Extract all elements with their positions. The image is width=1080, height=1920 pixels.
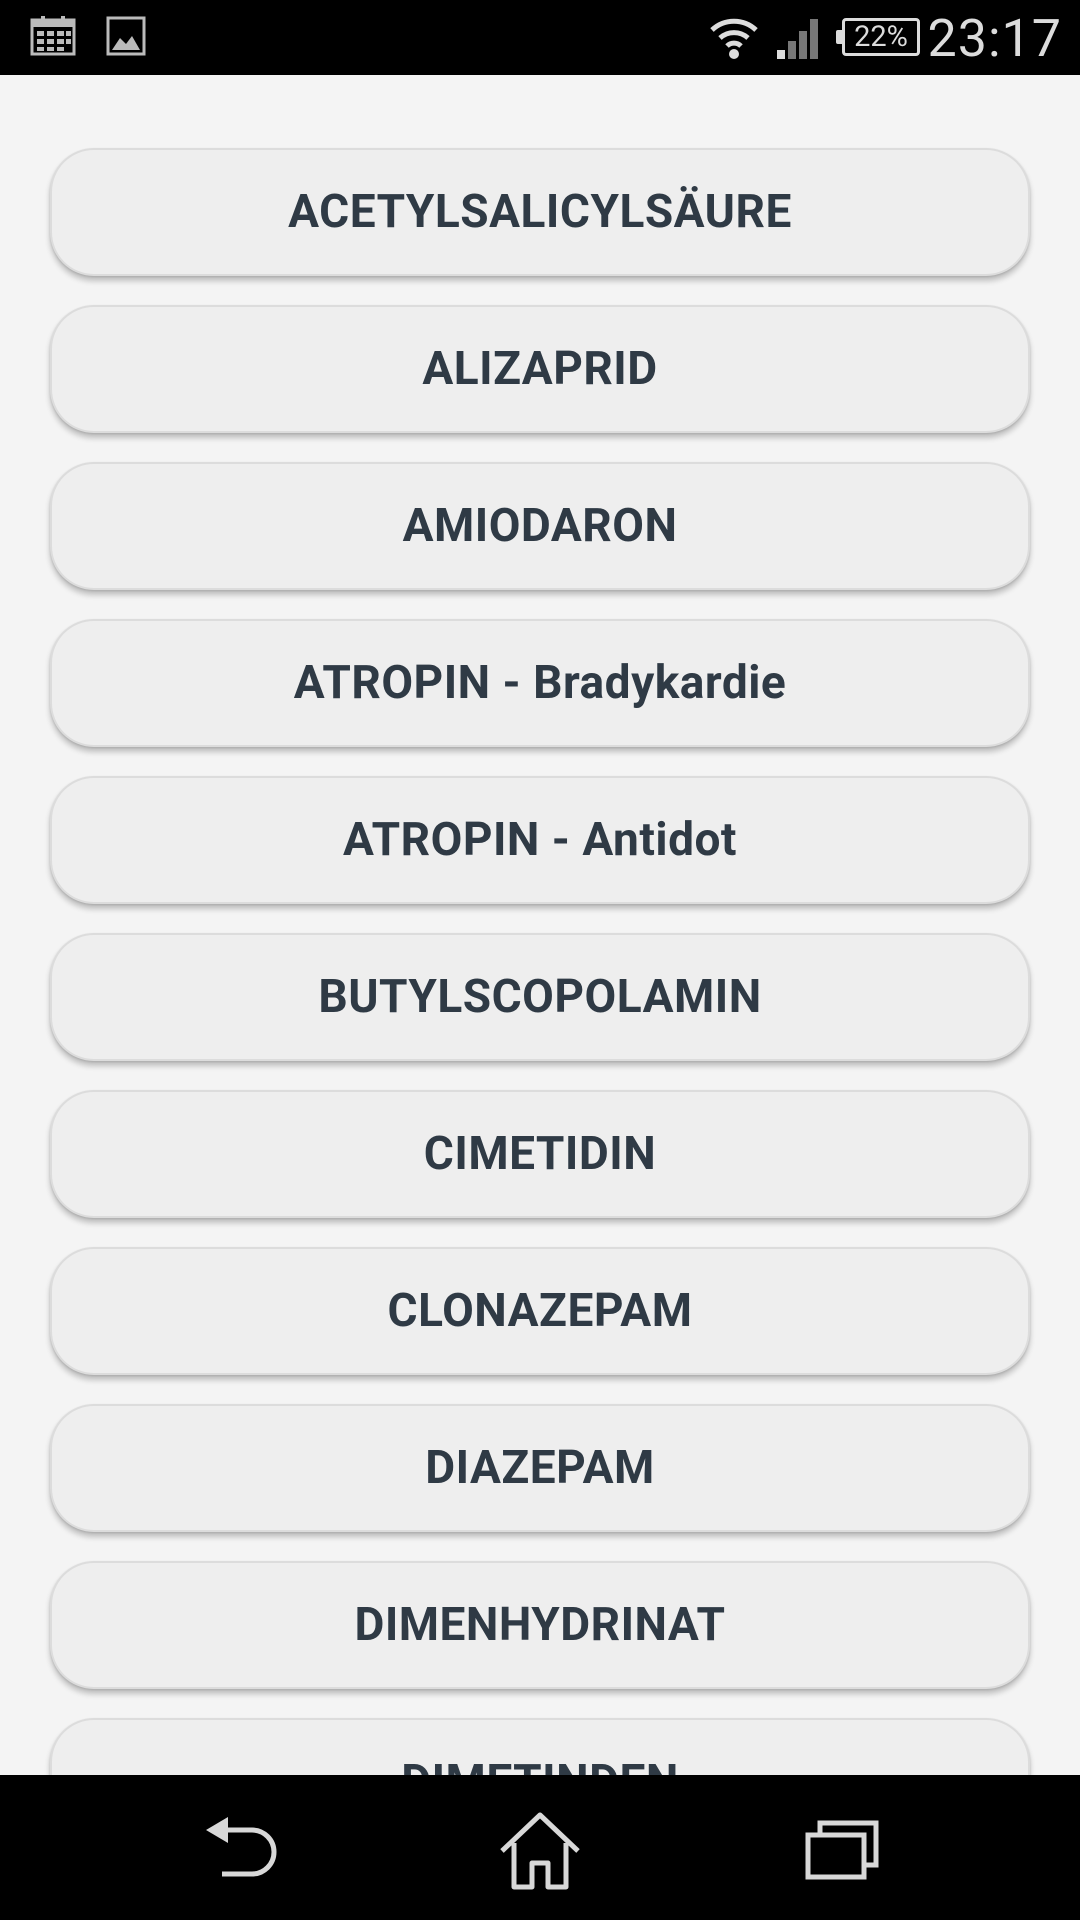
wifi-icon [708, 14, 760, 64]
drug-button-atropin-bradykardie[interactable]: ATROPIN - Bradykardie [50, 619, 1030, 747]
calendar-icon [30, 16, 76, 60]
battery-icon: 22% [836, 18, 920, 56]
battery-percent: 22% [854, 20, 908, 54]
drug-button-diazepam[interactable]: DIAZEPAM [50, 1404, 1030, 1532]
navigation-bar [0, 1775, 1080, 1920]
back-icon[interactable] [192, 1805, 292, 1895]
clock: 23:17 [927, 8, 1062, 69]
drug-button-clonazepam[interactable]: CLONAZEPAM [50, 1247, 1030, 1375]
drug-button-dimetinden[interactable]: DIMETINDEN [50, 1718, 1030, 1775]
drug-button-amiodaron[interactable]: AMIODARON [50, 462, 1030, 590]
home-icon[interactable] [490, 1805, 590, 1895]
signal-icon [775, 14, 825, 64]
drug-button-butylscopolamin[interactable]: BUTYLSCOPOLAMIN [50, 933, 1030, 1061]
screen: 22% 23:17 ACETYLSALICYLSÄURE ALIZAPRID A… [0, 0, 1080, 1920]
drug-button-alizaprid[interactable]: ALIZAPRID [50, 305, 1030, 433]
recent-apps-icon[interactable] [790, 1805, 890, 1895]
drug-button-cimetidin[interactable]: CIMETIDIN [50, 1090, 1030, 1218]
drug-button-dimenhydrinat[interactable]: DIMENHYDRINAT [50, 1561, 1030, 1689]
image-icon [106, 16, 146, 60]
drug-button-atropin-antidot[interactable]: ATROPIN - Antidot [50, 776, 1030, 904]
drug-button-acetylsalicylsaeure[interactable]: ACETYLSALICYLSÄURE [50, 148, 1030, 276]
drug-list[interactable]: ACETYLSALICYLSÄURE ALIZAPRID AMIODARON A… [0, 75, 1080, 1775]
status-bar: 22% 23:17 [0, 0, 1080, 75]
